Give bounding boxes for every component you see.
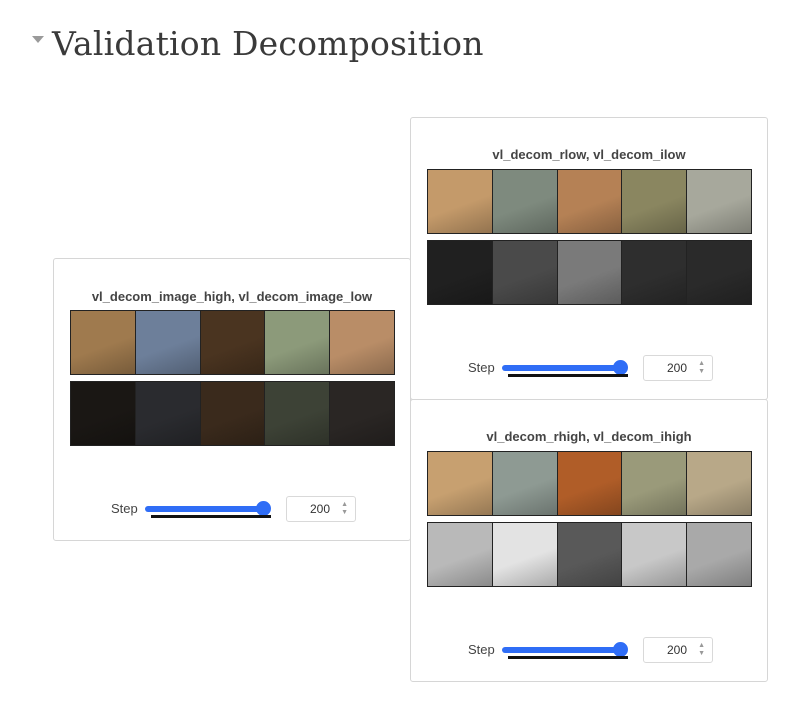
- image-tile: [71, 311, 136, 374]
- image-tile: [557, 523, 623, 586]
- image-strip-rlow: [427, 169, 752, 234]
- image-tile: [265, 382, 331, 445]
- collapse-caret-icon[interactable]: [32, 35, 44, 43]
- section-header[interactable]: Validation Decomposition: [32, 20, 484, 66]
- step-value[interactable]: 200: [667, 643, 687, 657]
- image-tile: [330, 382, 394, 445]
- step-input[interactable]: 200 ▲ ▼: [286, 496, 356, 522]
- panel-rhigh-ihigh: vl_decom_rhigh, vl_decom_ihigh Step 200 …: [410, 399, 768, 682]
- image-tile: [492, 170, 558, 233]
- step-label: Step: [111, 501, 138, 516]
- slider-thumb[interactable]: [256, 501, 271, 516]
- image-tile: [71, 382, 136, 445]
- slider-underline: [151, 515, 271, 518]
- slider-track[interactable]: [145, 506, 269, 512]
- image-tile: [622, 452, 688, 515]
- step-input[interactable]: 200 ▲ ▼: [643, 355, 713, 381]
- slider-thumb[interactable]: [613, 360, 628, 375]
- slider-underline: [508, 656, 628, 659]
- spinner-arrows-icon[interactable]: ▲ ▼: [698, 360, 705, 376]
- image-tile: [200, 382, 266, 445]
- step-slider[interactable]: [502, 360, 628, 377]
- image-tile: [265, 311, 331, 374]
- image-strip-low: [70, 381, 395, 446]
- step-label: Step: [468, 360, 495, 375]
- step-control: Step 200 ▲ ▼: [468, 355, 718, 381]
- image-tile: [330, 311, 394, 374]
- step-slider[interactable]: [145, 501, 271, 518]
- image-tile: [622, 241, 688, 304]
- panel-title: vl_decom_rhigh, vl_decom_ihigh: [486, 429, 692, 444]
- step-input[interactable]: 200 ▲ ▼: [643, 637, 713, 663]
- image-tile: [428, 523, 493, 586]
- slider-thumb[interactable]: [613, 642, 628, 657]
- image-tile: [428, 241, 493, 304]
- image-tile: [687, 523, 751, 586]
- image-tile: [622, 170, 688, 233]
- section-title: Validation Decomposition: [52, 23, 484, 63]
- spinner-arrows-icon[interactable]: ▲ ▼: [698, 642, 705, 658]
- step-value[interactable]: 200: [310, 502, 330, 516]
- slider-track[interactable]: [502, 365, 626, 371]
- image-tile: [428, 452, 493, 515]
- slider-track[interactable]: [502, 647, 626, 653]
- image-strip-ilow: [427, 240, 752, 305]
- step-slider[interactable]: [502, 642, 628, 659]
- image-tile: [428, 170, 493, 233]
- panel-image-high-low: vl_decom_image_high, vl_decom_image_low …: [53, 258, 411, 541]
- image-tile: [687, 241, 751, 304]
- panel-rlow-ilow: vl_decom_rlow, vl_decom_ilow Step 200 ▲ ▼: [410, 117, 768, 400]
- image-tile: [135, 382, 201, 445]
- image-tile: [687, 170, 751, 233]
- image-strip-ihigh: [427, 522, 752, 587]
- image-strip-rhigh: [427, 451, 752, 516]
- image-tile: [622, 523, 688, 586]
- step-label: Step: [468, 642, 495, 657]
- step-control: Step 200 ▲ ▼: [468, 637, 718, 663]
- panel-title: vl_decom_rlow, vl_decom_ilow: [492, 147, 686, 162]
- panel-title: vl_decom_image_high, vl_decom_image_low: [91, 289, 373, 304]
- image-tile: [200, 311, 266, 374]
- image-tile: [492, 523, 558, 586]
- image-tile: [135, 311, 201, 374]
- step-control: Step 200 ▲ ▼: [111, 496, 361, 522]
- image-tile: [492, 241, 558, 304]
- image-tile: [492, 452, 558, 515]
- image-tile: [557, 170, 623, 233]
- image-tile: [687, 452, 751, 515]
- image-tile: [557, 241, 623, 304]
- slider-underline: [508, 374, 628, 377]
- step-value[interactable]: 200: [667, 361, 687, 375]
- image-strip-high: [70, 310, 395, 375]
- image-tile: [557, 452, 623, 515]
- spinner-arrows-icon[interactable]: ▲ ▼: [341, 501, 348, 517]
